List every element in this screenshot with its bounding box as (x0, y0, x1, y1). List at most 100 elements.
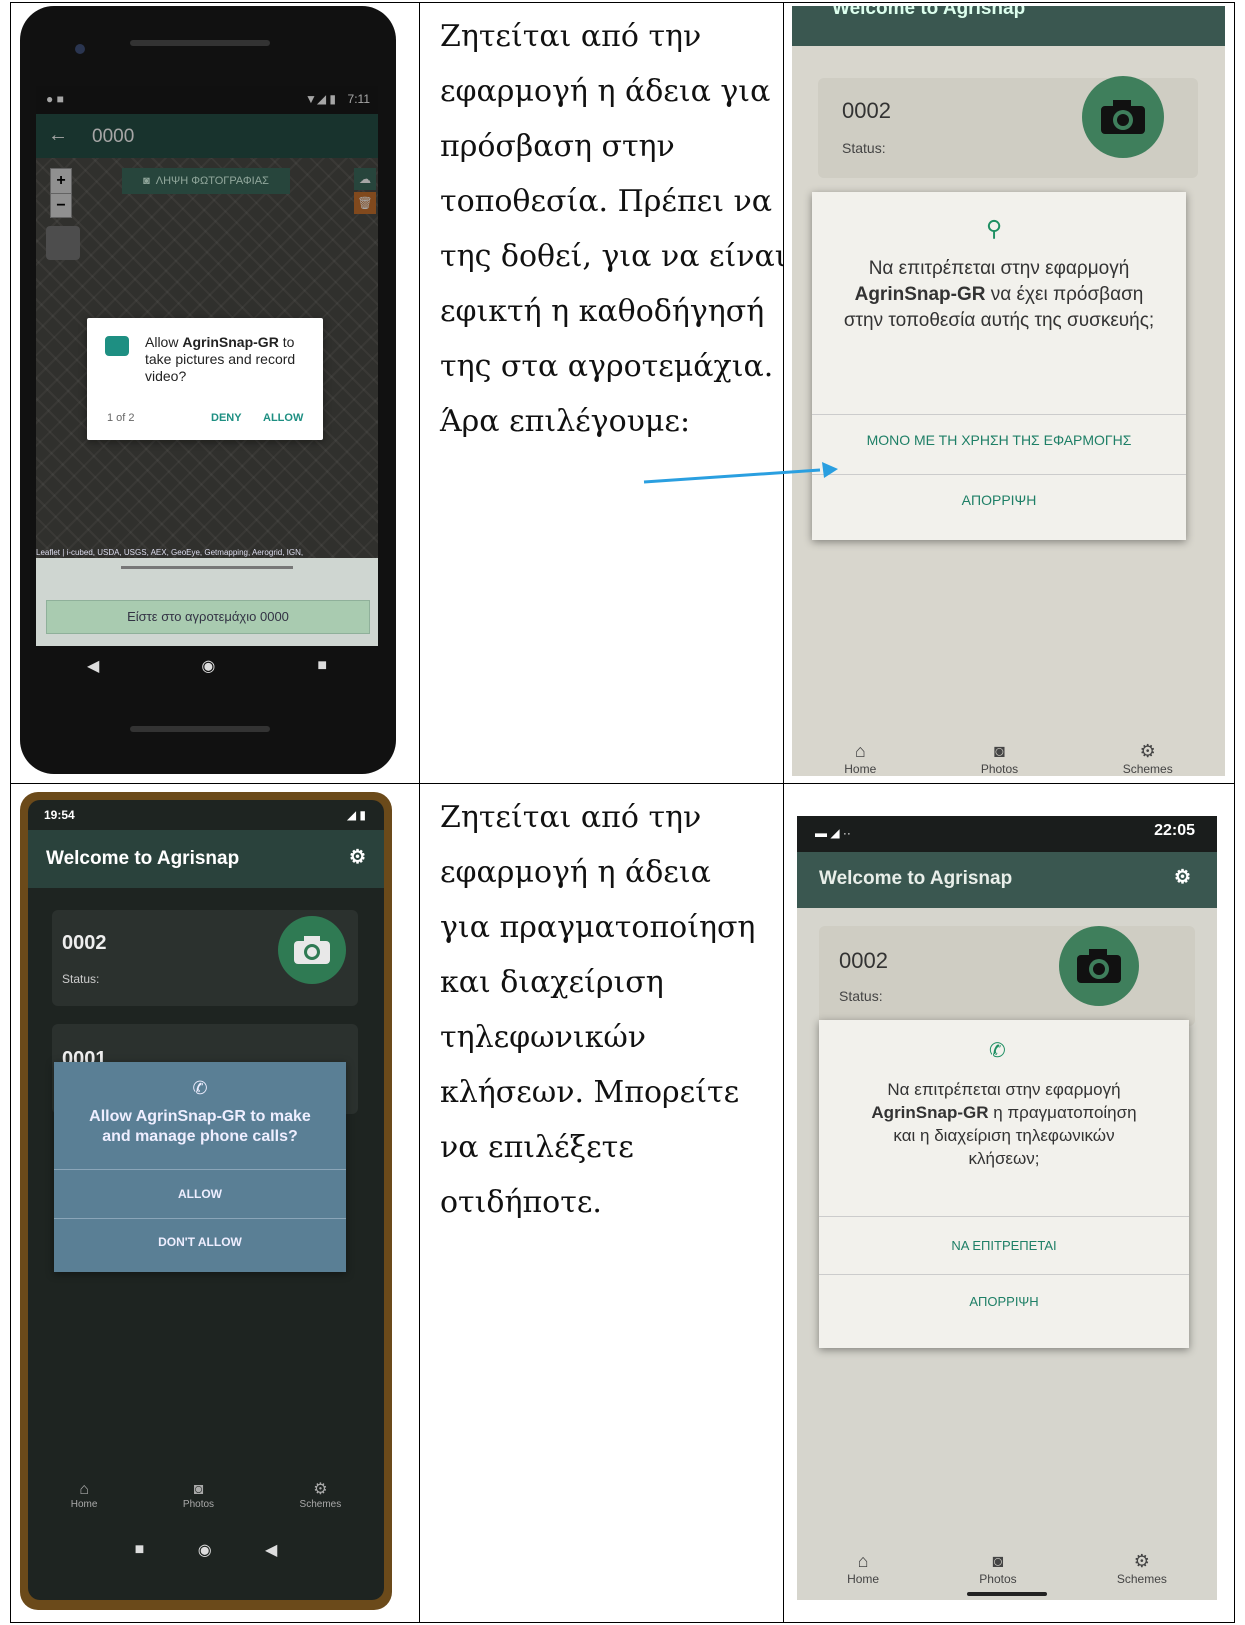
allow-button[interactable]: ALLOW (263, 412, 303, 424)
home-icon: ⌂ (79, 1481, 89, 1498)
text-line: για πραγματοποίηση (440, 910, 756, 945)
phone-icon: ✆ (192, 1078, 208, 1098)
deny-button[interactable]: ΑΠΟΡΡΙΨΗ (819, 1294, 1189, 1309)
tab-home[interactable]: ⌂ Home (844, 741, 876, 776)
text-line: εφικτή η καθοδήγησή (440, 294, 765, 329)
cell-r1c2: Ζητείται από την εφαρμογή η άδεια για πρόσ… (419, 2, 784, 784)
description-text-2: Ζητείται από την εφαρμογή η άδεια για πραγ… (420, 784, 783, 1230)
settings-icon[interactable]: ⚙ (349, 846, 366, 869)
tab-photos[interactable]: ◙ Photos (183, 1481, 214, 1510)
settings-icon[interactable]: ⚙ (1174, 866, 1191, 889)
nav-home-icon[interactable]: ◉ (198, 1540, 212, 1560)
dialog-counter: 1 of 2 (107, 412, 135, 424)
divider (819, 1274, 1189, 1275)
divider (819, 1216, 1189, 1217)
divider (812, 414, 1186, 415)
description-text-1: Ζητείται από την εφαρμογή η άδεια για πρόσ… (420, 3, 783, 449)
app-bar: Welcome to Agrisnap ⚙ (797, 852, 1217, 908)
allow-while-using-button[interactable]: ΜΟΝΟ ΜΕ ΤΗ ΧΡΗΣΗ ΤΗΣ ΕΦΑΡΜΟΓΗΣ (812, 432, 1186, 448)
parcel-status: Status: (839, 988, 883, 1004)
gesture-bar[interactable] (967, 1592, 1047, 1596)
tab-schemes[interactable]: ⚙ Schemes (1123, 741, 1173, 776)
parcel-id: 0002 (62, 932, 107, 954)
text-line: εφαρμογή η άδεια (440, 855, 711, 890)
deny-button[interactable]: DENY (211, 412, 242, 424)
parcel-status: Status: (842, 140, 886, 156)
cell-r2c2: Ζητείται από την εφαρμογή η άδεια για πραγ… (419, 783, 784, 1623)
text-line: να επιλέξετε (440, 1130, 634, 1165)
home-icon: ⌂ (857, 1551, 869, 1571)
page-title: Welcome to Agrisnap (819, 868, 1013, 889)
phone-screenshot-map: ● ■ 7:11 ▼◢ ▮ ← 0000 + − ◙ ΛΗΨΗ ΦΩΤΟΓΡΑΦ… (20, 6, 396, 774)
text-line: της δοθεί, για να είναι (440, 239, 784, 274)
phone-photo-calls-greek: ▬ ◢ ·· 22:05 Welcome to Agrisnap ⚙ 0002 … (797, 816, 1217, 1600)
parcel-id: 0002 (842, 98, 891, 123)
parcel-id: 0002 (839, 948, 888, 973)
bottom-tab-bar: ⌂ Home ◙ Photos ⚙ Schemes (797, 1520, 1217, 1600)
camera-icon (1077, 949, 1121, 983)
camera-button[interactable] (1059, 926, 1139, 1006)
text-line: Ζητείται από την (440, 19, 702, 54)
signal-battery-icon: ◢ ▮ (346, 808, 366, 822)
dialog-question: Allow AgrinSnap-GR to make and manage ph… (89, 1108, 311, 1145)
screen: ▬ ◢ ·· 22:05 Welcome to Agrisnap ⚙ 0002 … (797, 816, 1217, 1600)
app-bar: Welcome to Agrisnap ⚙ (28, 830, 384, 888)
map-attribution: Leaflet | i-cubed, USDA, USGS, AEX, GeoE… (36, 548, 304, 557)
bottom-tab-bar: ⌂ Home ◙ Photos ⚙ Schemes (28, 1460, 384, 1510)
text-line: και διαχείριση (440, 965, 664, 1000)
sheet-handle (121, 566, 293, 569)
allow-button[interactable]: ΝΑ ΕΠΙΤΡΕΠΕΤΑΙ (819, 1238, 1189, 1253)
nav-recents-icon[interactable]: ■ (135, 1541, 145, 1559)
camera-permission-dialog: Allow AgrinSnap-GR to take pictures and … (87, 318, 323, 440)
dialog-message: Να επιτρέπεται στην εφαρμογή AgrinSnap-G… (843, 258, 1155, 331)
tab-home[interactable]: ⌂ Home (847, 1551, 879, 1586)
page-title: Welcome to Agrisnap (46, 848, 240, 869)
camera-button[interactable] (1082, 76, 1164, 158)
nav-back-icon[interactable]: ◀ (265, 1540, 277, 1560)
phone-icon: ✆ (989, 1040, 1006, 1062)
status-time: 22:05 (1154, 822, 1195, 839)
camera-icon (105, 336, 129, 356)
header-title: Welcome to Agrisnap (832, 6, 1026, 19)
parcel-status: Status: (62, 972, 100, 986)
text-line: εφαρμογή η άδεια για (440, 74, 771, 109)
front-camera (75, 44, 85, 54)
schemes-icon: ⚙ (313, 1481, 328, 1498)
text-line: οτιδήποτε. (440, 1185, 602, 1220)
field-status-button[interactable]: Είστε στο αγροτεμάχιο 0000 (46, 600, 370, 634)
deny-button[interactable]: ΑΠΟΡΡΙΨΗ (812, 492, 1186, 508)
tab-schemes[interactable]: ⚙ Schemes (300, 1479, 342, 1510)
status-bar: 19:54 ◢ ▮ (28, 800, 384, 830)
camera-icon (1101, 100, 1145, 134)
nav-home-icon[interactable]: ◉ (201, 656, 215, 676)
text-line: πρόσβαση στην (440, 129, 675, 164)
nav-back-icon[interactable]: ◀ (87, 656, 99, 676)
tab-photos[interactable]: ◙ Photos (979, 1551, 1016, 1586)
schemes-icon: ⚙ (1139, 741, 1156, 761)
screen: Welcome to Agrisnap 0002 Status: ⚲ Να επ… (792, 6, 1225, 776)
signal-icon: ▬ ◢ ·· (815, 826, 851, 840)
status-time: 19:54 (44, 808, 75, 822)
location-pin-icon: ⚲ (986, 216, 1003, 241)
bottom-tab-bar: ⌂ Home ◙ Photos ⚙ Schemes (792, 706, 1225, 776)
location-permission-dialog: ⚲ Να επιτρέπεται στην εφαρμογή AgrinSnap… (812, 192, 1186, 540)
speaker-grill (130, 40, 270, 46)
camera-button[interactable] (278, 916, 346, 984)
camera-icon (294, 936, 330, 964)
screen: 19:54 ◢ ▮ Welcome to Agrisnap ⚙ 0002 Sta… (28, 800, 384, 1600)
camera-icon: ◙ (994, 741, 1005, 761)
tab-schemes[interactable]: ⚙ Schemes (1117, 1551, 1167, 1586)
calls-permission-dialog: ✆ Να επιτρέπεται στην εφαρμογή AgrinSnap… (819, 1020, 1189, 1348)
text-line: τοποθεσία. Πρέπει να (440, 184, 773, 219)
system-nav-bar: ◀ ◉ ■ (36, 646, 378, 686)
dialog-message: Allow AgrinSnap-GR to take pictures and … (145, 334, 296, 384)
home-icon: ⌂ (854, 741, 866, 761)
text-line: της στα αγροτεμάχια. (440, 349, 774, 384)
allow-button[interactable]: ALLOW (54, 1170, 346, 1218)
screen: ● ■ 7:11 ▼◢ ▮ ← 0000 + − ◙ ΛΗΨΗ ΦΩΤΟΓΡΑΦ… (36, 86, 378, 686)
tab-home[interactable]: ⌂ Home (71, 1481, 98, 1510)
parcel-card[interactable]: 0002 Status: (819, 926, 1195, 1026)
deny-button[interactable]: DON'T ALLOW (54, 1219, 346, 1265)
tab-photos[interactable]: ◙ Photos (981, 741, 1018, 776)
nav-recents-icon[interactable]: ■ (317, 657, 327, 675)
